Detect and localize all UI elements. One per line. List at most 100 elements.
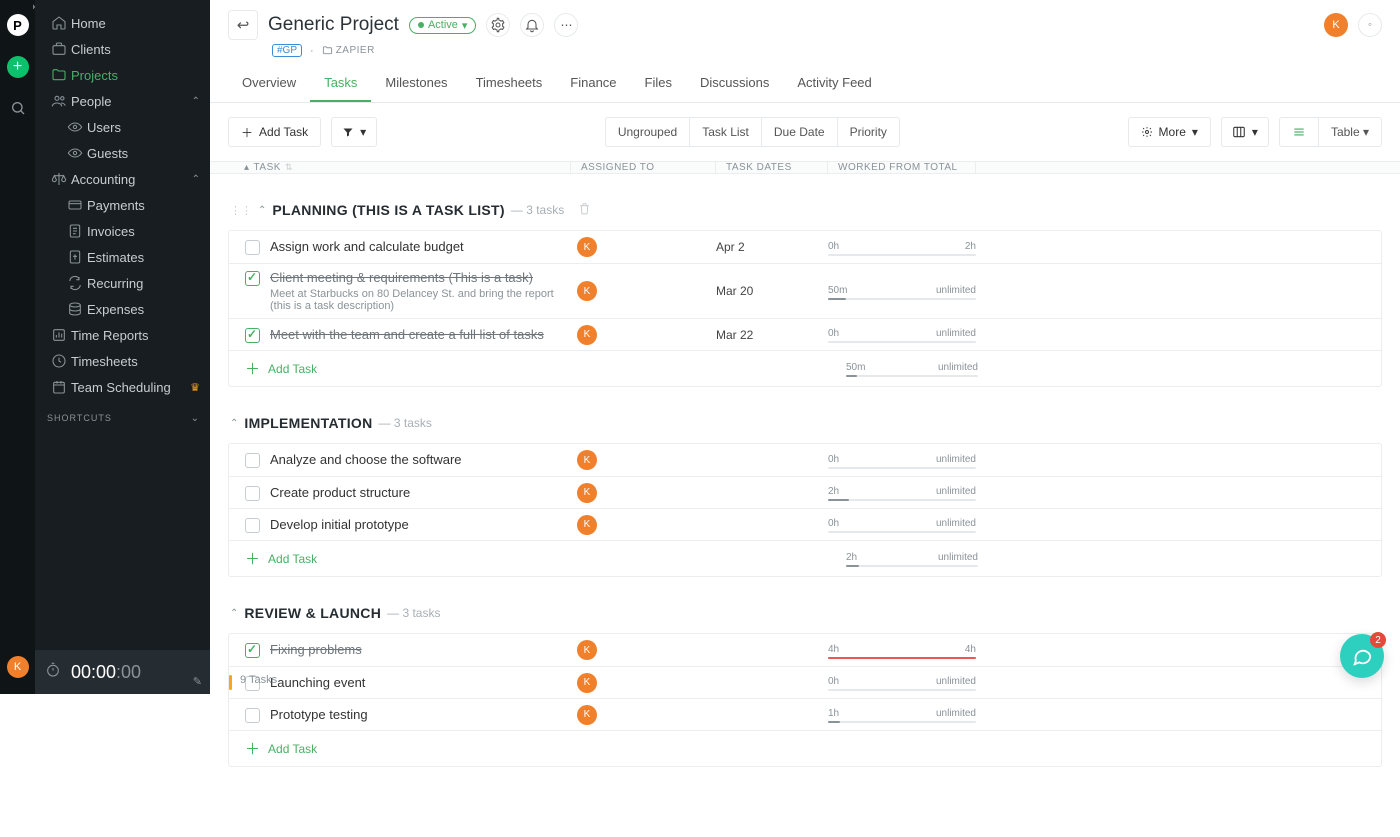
task-row[interactable]: Fixing problemsK4h4h (229, 634, 1381, 666)
tab-overview[interactable]: Overview (228, 65, 310, 102)
tab-timesheets[interactable]: Timesheets (462, 65, 557, 102)
tab-discussions[interactable]: Discussions (686, 65, 783, 102)
worked-cell[interactable]: 50munlimited (828, 283, 976, 300)
task-row[interactable]: Analyze and choose the softwareK0hunlimi… (229, 444, 1381, 476)
task-checkbox[interactable] (245, 486, 260, 501)
sidebar-item-people[interactable]: People⌃ (35, 88, 210, 114)
task-checkbox[interactable] (245, 328, 260, 343)
assignee-cell[interactable]: K (571, 515, 716, 535)
more-button[interactable]: More ▾ (1128, 117, 1211, 147)
chat-fab[interactable]: 2 (1340, 634, 1384, 678)
task-checkbox[interactable] (245, 643, 260, 658)
worked-cell[interactable]: 2hunlimited (828, 484, 976, 501)
bell-icon[interactable] (520, 13, 544, 37)
collapse-icon[interactable]: ⌃ (230, 418, 238, 429)
sidebar-item-guests[interactable]: Guests (35, 140, 210, 166)
sidebar-item-payments[interactable]: Payments (35, 192, 210, 218)
assignee-cell[interactable]: K (571, 705, 716, 725)
collapse-icon[interactable]: ⌃ (230, 608, 238, 619)
settings-icon[interactable] (486, 13, 510, 37)
date-cell[interactable]: Apr 2 (716, 240, 828, 254)
worked-cell[interactable]: 4h4h (828, 642, 976, 659)
col-dates[interactable]: TASK DATES (715, 162, 827, 173)
grouping-priority[interactable]: Priority (837, 118, 899, 146)
sidebar-item-timesheets[interactable]: Timesheets (35, 348, 210, 374)
quick-add-button[interactable]: + (7, 56, 29, 78)
view-table[interactable]: Table ▾ (1318, 118, 1381, 146)
task-row[interactable]: Assign work and calculate budgetKApr 20h… (229, 231, 1381, 263)
col-worked[interactable]: WORKED FROM TOTAL (827, 162, 975, 173)
header-avatar[interactable]: K (1324, 13, 1348, 37)
task-checkbox[interactable] (245, 271, 260, 286)
grouping-ungrouped[interactable]: Ungrouped (606, 118, 689, 146)
grouping-due-date[interactable]: Due Date (761, 118, 837, 146)
add-task-row[interactable]: 50munlimited＋Add Task (229, 350, 1381, 386)
assignee-cell[interactable]: K (571, 325, 716, 345)
assignee-cell[interactable]: K (571, 281, 716, 301)
task-row[interactable]: Develop initial prototypeK0hunlimited (229, 508, 1381, 540)
add-task-row[interactable]: ＋Add Task (229, 730, 1381, 766)
header-second-avatar[interactable]: ◦ (1358, 13, 1382, 37)
status-pill[interactable]: Active ▾ (409, 17, 477, 34)
sidebar-item-team-scheduling[interactable]: Team Scheduling♛ (35, 374, 210, 400)
sidebar-item-home[interactable]: Home (35, 10, 210, 36)
timer-bar[interactable]: 00:00:00 ✎ (35, 650, 210, 694)
tab-activity-feed[interactable]: Activity Feed (783, 65, 885, 102)
task-row[interactable]: Client meeting & requirements (This is a… (229, 263, 1381, 318)
task-checkbox[interactable] (245, 518, 260, 533)
group-header[interactable]: ⌃IMPLEMENTATION — 3 tasks (228, 411, 1382, 435)
task-checkbox[interactable] (245, 453, 260, 468)
task-row[interactable]: Meet with the team and create a full lis… (229, 318, 1381, 350)
collapse-icon[interactable]: ⌃ (258, 205, 266, 216)
filter-button[interactable]: ▾ (331, 117, 377, 147)
delete-group-icon[interactable] (578, 202, 591, 218)
worked-cell[interactable]: 0hunlimited (828, 452, 976, 469)
back-button[interactable]: ↩ (228, 10, 258, 40)
sidebar-item-projects[interactable]: Projects (35, 62, 210, 88)
task-row[interactable]: Launching eventK0hunlimited (229, 666, 1381, 698)
task-row[interactable]: Prototype testingK1hunlimited (229, 698, 1381, 730)
group-header[interactable]: ⋮⋮⌃PLANNING (THIS IS A TASK LIST) — 3 ta… (228, 198, 1382, 222)
view-list[interactable] (1280, 118, 1318, 146)
project-folder-link[interactable]: ZAPIER (322, 45, 375, 56)
col-task[interactable]: ▴TASK⇅ (210, 162, 570, 173)
shortcuts-header[interactable]: SHORTCUTS⌄ (35, 400, 210, 426)
user-avatar[interactable]: K (7, 656, 29, 678)
pencil-icon[interactable]: ✎ (193, 675, 202, 688)
add-task-button[interactable]: ＋Add Task (228, 117, 321, 147)
sidebar-item-time-reports[interactable]: Time Reports (35, 322, 210, 348)
date-cell[interactable]: Mar 20 (716, 284, 828, 298)
tab-files[interactable]: Files (631, 65, 686, 102)
project-code-badge[interactable]: #GP (272, 44, 302, 57)
worked-cell[interactable]: 0h2h (828, 239, 976, 256)
assignee-cell[interactable]: K (571, 673, 716, 693)
assignee-cell[interactable]: K (571, 483, 716, 503)
tab-finance[interactable]: Finance (556, 65, 630, 102)
task-checkbox[interactable] (245, 708, 260, 723)
task-row[interactable]: Create product structureK2hunlimited (229, 476, 1381, 508)
date-cell[interactable]: Mar 22 (716, 328, 828, 342)
sidebar-item-expenses[interactable]: Expenses (35, 296, 210, 322)
add-task-row[interactable]: 2hunlimited＋Add Task (229, 540, 1381, 576)
assignee-cell[interactable]: K (571, 450, 716, 470)
grouping-task-list[interactable]: Task List (689, 118, 761, 146)
sidebar-item-clients[interactable]: Clients (35, 36, 210, 62)
worked-cell[interactable]: 0hunlimited (828, 516, 976, 533)
sidebar-item-invoices[interactable]: Invoices (35, 218, 210, 244)
app-logo[interactable]: P (7, 14, 29, 36)
drag-handle-icon[interactable]: ⋮⋮ (230, 204, 252, 217)
sidebar-item-estimates[interactable]: Estimates (35, 244, 210, 270)
worked-cell[interactable]: 0hunlimited (828, 674, 976, 691)
sidebar-item-recurring[interactable]: Recurring (35, 270, 210, 296)
task-checkbox[interactable] (245, 240, 260, 255)
tab-tasks[interactable]: Tasks (310, 65, 371, 102)
more-icon[interactable]: ⋯ (554, 13, 578, 37)
assignee-cell[interactable]: K (571, 640, 716, 660)
group-header[interactable]: ⌃REVIEW & LAUNCH — 3 tasks (228, 601, 1382, 625)
col-assigned[interactable]: ASSIGNED TO (570, 162, 715, 173)
sidebar-item-accounting[interactable]: Accounting⌃ (35, 166, 210, 192)
columns-button[interactable]: ▾ (1221, 117, 1269, 147)
assignee-cell[interactable]: K (571, 237, 716, 257)
search-icon[interactable] (10, 100, 26, 120)
tab-milestones[interactable]: Milestones (371, 65, 461, 102)
